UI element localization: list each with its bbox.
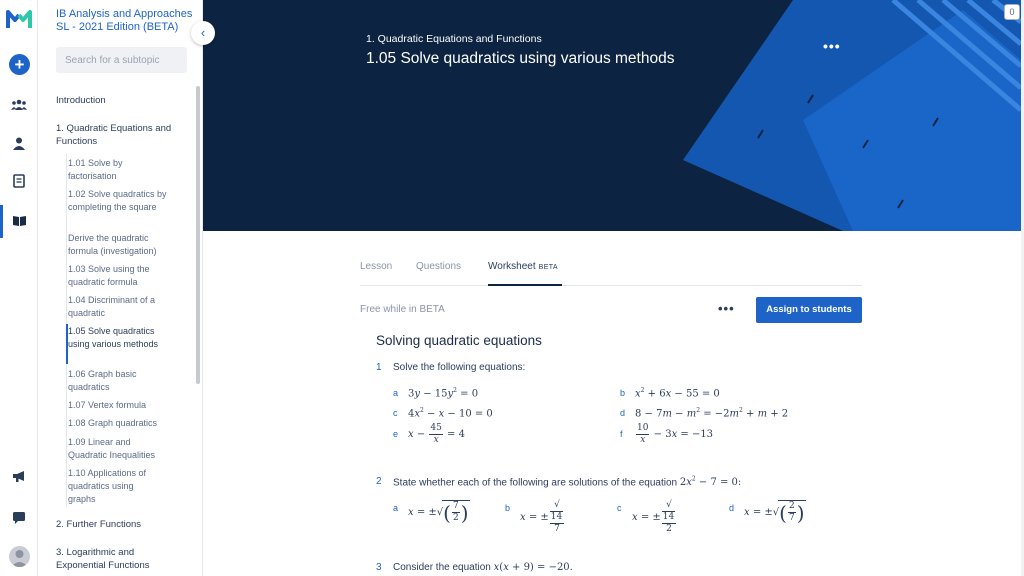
- subtopic-item[interactable]: 1.01 Solve by factorisation: [68, 157, 168, 183]
- more-options-icon[interactable]: •••: [823, 38, 841, 54]
- tab-questions[interactable]: Questions: [416, 261, 461, 272]
- lesson-banner: 1. Quadratic Equations and Functions 1.0…: [203, 0, 1021, 231]
- person-icon[interactable]: [9, 133, 29, 153]
- subtopic-sidebar: IB Analysis and Approaches SL - 2021 Edi…: [39, 0, 203, 576]
- mathspace-logo[interactable]: [6, 8, 32, 30]
- avatar[interactable]: [9, 546, 30, 567]
- subtopic-item[interactable]: 1.03 Solve using the quadratic formula: [68, 263, 168, 289]
- sidebar-item-chapter-3[interactable]: 3. Logarithmic and Exponential Functions: [56, 546, 186, 572]
- worksheet-title: Solving quadratic equations: [376, 333, 542, 348]
- megaphone-icon[interactable]: [9, 466, 29, 486]
- sidebar-item-chapter-1[interactable]: 1. Quadratic Equations and Functions: [56, 122, 186, 148]
- left-rail: +: [0, 0, 38, 576]
- subtopic-search-input[interactable]: Search for a subtopic: [56, 47, 187, 73]
- assign-to-students-button[interactable]: Assign to students: [756, 297, 862, 323]
- expression-2c: x = ± √ 14 2: [632, 500, 677, 534]
- tab-lesson[interactable]: Lesson: [360, 261, 392, 272]
- people-icon[interactable]: [9, 95, 29, 115]
- page-title: 1.05 Solve quadratics using various meth…: [366, 50, 675, 67]
- expression-2d: x = ±√(2 7): [744, 500, 806, 525]
- question-text: State whether each of the following are …: [393, 476, 741, 488]
- notification-badge[interactable]: 0: [1004, 4, 1020, 20]
- question-number: 1: [376, 362, 382, 373]
- part-label: d: [620, 408, 626, 418]
- tab-worksheet[interactable]: Worksheet BETA: [488, 261, 558, 272]
- expression-2b: x = ± √ 14 7: [520, 500, 565, 534]
- question-2-prompt: State whether each of the following are …: [393, 477, 678, 489]
- part-label: d: [729, 503, 735, 513]
- banner-decoration: [683, 0, 1021, 231]
- beta-badge: BETA: [538, 264, 558, 271]
- notebook-icon[interactable]: [9, 171, 29, 191]
- part-label: b: [620, 388, 626, 398]
- equation-3: x(x + 9) = −20.: [493, 562, 573, 573]
- part-label: c: [617, 503, 622, 513]
- sidebar-scrollbar[interactable]: [196, 86, 200, 384]
- question-text: Solve the following equations:: [393, 362, 526, 373]
- worksheet-more-icon[interactable]: •••: [718, 301, 735, 316]
- question-number: 3: [376, 562, 382, 573]
- question-text: Consider the equation x(x + 9) = −20.: [393, 562, 573, 573]
- subtopic-item[interactable]: 1.07 Vertex formula: [68, 399, 168, 412]
- plus-icon[interactable]: +: [9, 54, 30, 75]
- lesson-tabs: Lesson Questions Worksheet BETA: [360, 255, 862, 286]
- subtopic-item[interactable]: 1.04 Discriminant of a quadratic: [68, 294, 168, 320]
- subtopic-item-current[interactable]: 1.05 Solve quadratics using various meth…: [68, 325, 164, 351]
- expression-2a: x = ±√(7 2): [408, 500, 470, 525]
- part-label: c: [393, 408, 398, 418]
- breadcrumb: 1. Quadratic Equations and Functions: [366, 33, 542, 45]
- part-label: f: [620, 429, 623, 439]
- active-tab-underline: [488, 284, 562, 286]
- question-3-prompt: Consider the equation: [393, 562, 491, 573]
- question-number: 2: [376, 476, 382, 487]
- equation-2: 2x2 − 7 = 0:: [679, 476, 742, 489]
- equation-1d: 8 − 7m − m2 = −2m2 + m + 2: [635, 407, 789, 420]
- free-beta-note: Free while in BETA: [360, 304, 445, 315]
- course-title[interactable]: IB Analysis and Approaches SL - 2021 Edi…: [56, 8, 196, 34]
- part-label: a: [393, 503, 399, 513]
- chat-icon[interactable]: [9, 507, 29, 527]
- equation-1e: x − 45 x = 4: [408, 423, 465, 445]
- collapse-sidebar-button[interactable]: ‹: [191, 21, 215, 45]
- book-icon[interactable]: [9, 211, 29, 231]
- subtopic-item[interactable]: Derive the quadratic formula (investigat…: [68, 232, 168, 258]
- subtopic-item[interactable]: 1.08 Graph quadratics: [68, 417, 168, 430]
- part-label: b: [505, 503, 511, 513]
- subtopic-item[interactable]: 1.10 Applications of quadratics using gr…: [68, 467, 158, 505]
- equation-1c: 4x2 − x − 10 = 0: [408, 407, 493, 420]
- part-label: a: [393, 388, 399, 398]
- subtopic-item[interactable]: 1.06 Graph basic quadratics: [68, 368, 148, 394]
- part-label: e: [393, 429, 399, 439]
- tab-worksheet-label: Worksheet: [488, 261, 536, 272]
- equation-1f: 10 x − 3x = −13: [636, 423, 714, 445]
- active-nav-indicator: [0, 205, 3, 238]
- chevron-left-icon: ‹: [200, 25, 206, 40]
- subtopic-item[interactable]: 1.02 Solve quadratics by completing the …: [68, 188, 168, 214]
- subtopic-item[interactable]: 1.09 Linear and Quadratic Inequalities: [68, 436, 164, 462]
- sidebar-item-introduction[interactable]: Introduction: [56, 94, 106, 107]
- sidebar-item-chapter-2[interactable]: 2. Further Functions: [56, 518, 141, 531]
- equation-1a: 3y − 15y2 = 0: [408, 387, 479, 400]
- equation-1b: x2 + 6x − 55 = 0: [635, 387, 720, 400]
